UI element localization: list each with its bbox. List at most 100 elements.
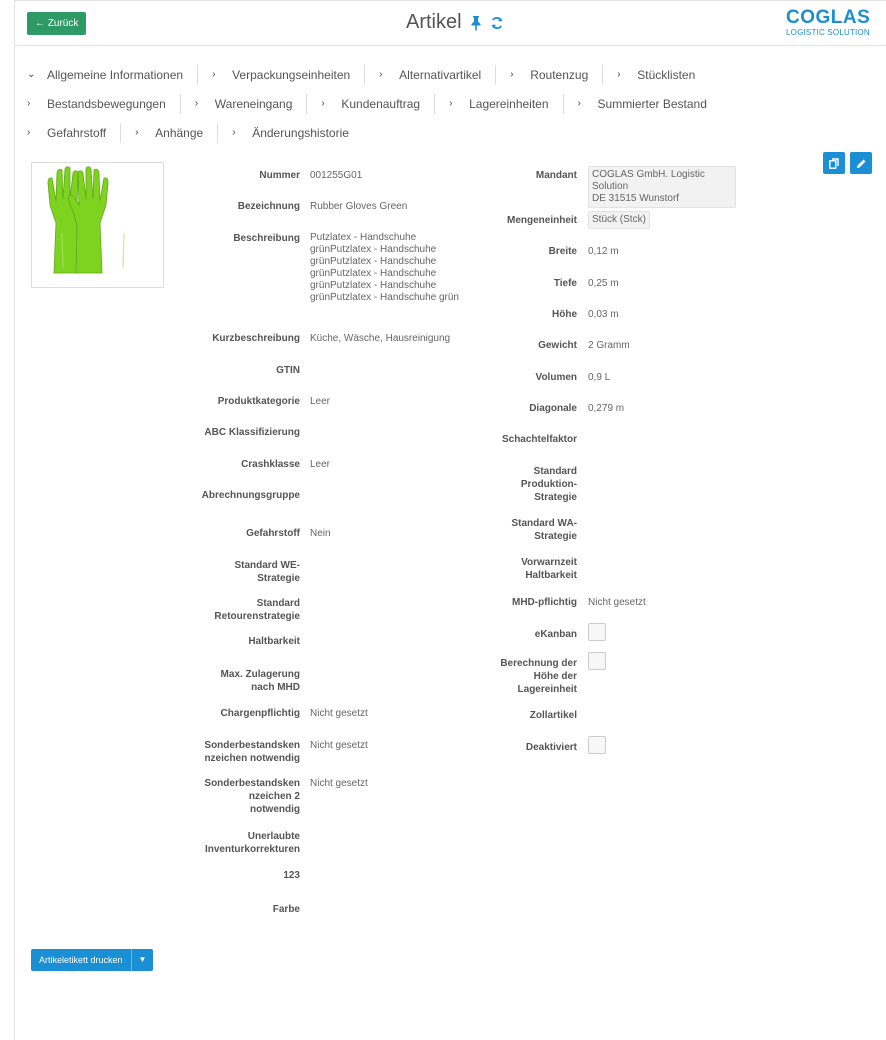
label-line: Strategie bbox=[534, 492, 577, 503]
mandant-line: DE 31515 Wunstorf bbox=[592, 193, 680, 204]
label-sonderbestand-1: Sonderbestandsken nzeichen notwendig bbox=[180, 739, 300, 765]
tab-label: Lagereinheiten bbox=[469, 96, 549, 111]
page-header: Artikel bbox=[406, 11, 504, 34]
print-label-button[interactable]: Artikeletikett drucken ▼ bbox=[31, 949, 154, 971]
tab-label: Anhänge bbox=[155, 125, 204, 140]
label-line: Haltbarkeit bbox=[525, 570, 577, 581]
tab-stuecklisten[interactable]: › Stücklisten bbox=[617, 65, 709, 85]
label-standard-we-strategie: Standard WE- Strategie bbox=[180, 559, 300, 585]
tab-label: Gefahrstoff bbox=[47, 125, 107, 140]
ekanban-checkbox[interactable] bbox=[588, 623, 606, 641]
logo-text: COGLAS bbox=[786, 8, 871, 28]
tab-label: Verpackungseinheiten bbox=[232, 67, 351, 82]
back-button-label: ← Zurück bbox=[35, 18, 79, 29]
value-mandant: COGLAS GmbH. Logistic Solution DE 31515 … bbox=[588, 166, 736, 208]
tab-summierter-bestand[interactable]: › Summierter Bestand bbox=[578, 94, 721, 114]
deaktiviert-checkbox[interactable] bbox=[588, 736, 606, 754]
value-breite: 0,12 m bbox=[588, 246, 619, 257]
label-bezeichnung: Bezeichnung bbox=[237, 201, 300, 212]
tab-label: Allgemeine Informationen bbox=[47, 67, 184, 82]
label-unerlaubte-inventurkorrekturen: Unerlaubte Inventurkorrekturen bbox=[180, 830, 300, 856]
value-sonderbestand-2: Nicht gesetzt bbox=[310, 778, 368, 789]
label-breite: Breite bbox=[548, 246, 577, 257]
label-line: Standard bbox=[533, 466, 577, 477]
tab-label: Kundenauftrag bbox=[341, 96, 421, 111]
chevron-right-icon: › bbox=[617, 69, 621, 80]
gloves-image bbox=[47, 166, 125, 274]
chevron-right-icon: › bbox=[27, 98, 31, 109]
label-produktkategorie: Produktkategorie bbox=[217, 396, 300, 407]
tab-lagereinheiten[interactable]: › Lagereinheiten bbox=[449, 93, 564, 114]
label-gtin: GTIN bbox=[276, 365, 300, 376]
label-line: Standard bbox=[256, 598, 300, 609]
label-kurzbeschreibung: Kurzbeschreibung bbox=[212, 333, 300, 344]
tab-alternativartikel[interactable]: › Alternativartikel bbox=[379, 64, 497, 85]
label-123: 123 bbox=[283, 870, 300, 881]
chevron-right-icon: › bbox=[212, 69, 216, 80]
value-chargenpflichtig: Nicht gesetzt bbox=[310, 708, 368, 719]
chevron-down-icon: ⌄ bbox=[27, 69, 36, 80]
chevron-right-icon: › bbox=[321, 98, 325, 109]
chevron-right-icon: › bbox=[232, 127, 236, 138]
berechnung-checkbox[interactable] bbox=[588, 652, 606, 670]
label-chargenpflichtig: Chargenpflichtig bbox=[220, 708, 300, 719]
label-zollartikel: Zollartikel bbox=[529, 710, 577, 721]
label-schachtelfaktor: Schachtelfaktor bbox=[501, 434, 577, 445]
edit-button[interactable] bbox=[850, 152, 872, 174]
copy-button[interactable] bbox=[823, 152, 845, 174]
tab-anhaenge[interactable]: › Anhänge bbox=[135, 122, 219, 143]
label-line: Höhe der bbox=[533, 671, 577, 682]
label-line: Unerlaubte bbox=[247, 831, 300, 842]
tab-wareneingang[interactable]: › Wareneingang bbox=[195, 93, 308, 114]
label-max-zulagerung: Max. Zulagerung nach MHD bbox=[180, 668, 300, 694]
value-kurzbeschreibung: Küche, Wäsche, Hausreinigung bbox=[310, 333, 451, 344]
label-line: Berechnung der bbox=[500, 658, 577, 669]
tab-aenderungshistorie[interactable]: › Änderungshistorie bbox=[232, 123, 363, 143]
tab-bestandsbewegungen[interactable]: › Bestandsbewegungen bbox=[27, 93, 181, 114]
beschreibung-line: grünPutzlatex - Handschuhe grün bbox=[310, 292, 459, 303]
label-standard-retourenstrategie: Standard Retourenstrategie bbox=[180, 597, 300, 623]
tab-label: Wareneingang bbox=[214, 96, 293, 111]
label-volumen: Volumen bbox=[535, 372, 577, 383]
label-line: nach MHD bbox=[251, 682, 300, 693]
label-line: Max. Zulagerung bbox=[220, 669, 300, 680]
value-sonderbestand-1: Nicht gesetzt bbox=[310, 740, 368, 751]
back-button[interactable]: ← Zurück bbox=[27, 12, 87, 35]
tab-label: Änderungshistorie bbox=[252, 125, 349, 140]
beschreibung-line: grünPutzlatex - Handschuhe bbox=[310, 256, 437, 267]
label-line: Vorwarnzeit bbox=[521, 557, 577, 568]
tab-verpackungseinheiten[interactable]: › Verpackungseinheiten bbox=[212, 64, 366, 85]
label-line: Lagereinheit bbox=[517, 684, 577, 695]
tab-kundenauftrag[interactable]: › Kundenauftrag bbox=[321, 93, 436, 114]
tab-gefahrstoff[interactable]: › Gefahrstoff bbox=[27, 122, 122, 143]
caret-down-icon[interactable]: ▼ bbox=[130, 949, 154, 971]
refresh-icon[interactable] bbox=[490, 16, 504, 30]
value-diagonale: 0,279 m bbox=[588, 403, 625, 414]
tab-allgemeine-informationen[interactable]: ⌄ Allgemeine Informationen bbox=[27, 64, 199, 85]
label-abrechnungsgruppe: Abrechnungsgruppe bbox=[201, 490, 300, 501]
label-hoehe: Höhe bbox=[552, 309, 577, 320]
label-line: Sonderbestandsken bbox=[204, 740, 300, 751]
label-line: Standard WA- bbox=[511, 518, 577, 529]
tab-row-3: › Gefahrstoff › Anhänge › Änderungshistorie bbox=[27, 118, 827, 147]
label-line: Retourenstrategie bbox=[214, 611, 300, 622]
tab-row-2: › Bestandsbewegungen › Wareneingang › Kunde… bbox=[27, 89, 827, 118]
label-diagonale: Diagonale bbox=[529, 403, 577, 414]
chevron-right-icon: › bbox=[577, 98, 581, 109]
label-standard-produktion-strategie: Standard Produktion- Strategie bbox=[488, 465, 577, 504]
label-mandant: Mandant bbox=[535, 170, 577, 181]
label-gefahrstoff: Gefahrstoff bbox=[246, 528, 300, 539]
beschreibung-line: grünPutzlatex - Handschuhe bbox=[310, 244, 437, 255]
value-mhd-pflichtig: Nicht gesetzt bbox=[588, 597, 646, 608]
chevron-right-icon: › bbox=[379, 69, 383, 80]
tab-routenzug[interactable]: › Routenzug bbox=[510, 64, 604, 85]
label-gewicht: Gewicht bbox=[538, 340, 577, 351]
pin-icon[interactable] bbox=[470, 15, 482, 31]
label-mhd-pflichtig: MHD-pflichtig bbox=[512, 597, 577, 608]
tab-row-1: ⌄ Allgemeine Informationen › Verpackungsei… bbox=[27, 60, 827, 89]
label-line: Strategie bbox=[534, 531, 577, 542]
header-divider bbox=[15, 45, 886, 46]
chevron-right-icon: › bbox=[135, 127, 139, 138]
tab-label: Alternativartikel bbox=[399, 67, 482, 82]
beschreibung-line: grünPutzlatex - Handschuhe bbox=[310, 280, 437, 291]
